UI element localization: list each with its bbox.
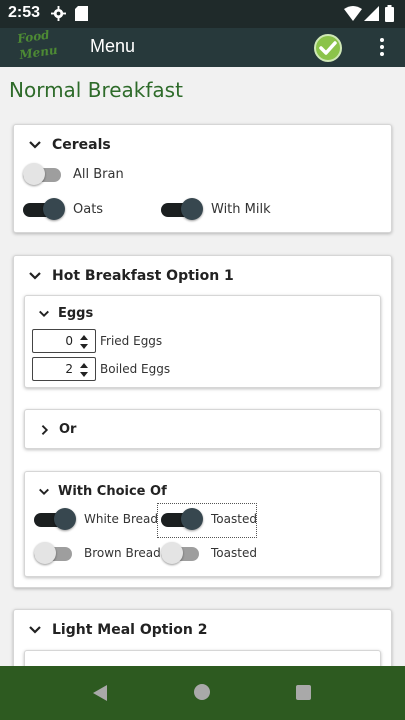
choice-card: With Choice Of White Bread Toasted Brown… — [24, 471, 381, 577]
choice-header[interactable]: With Choice Of — [38, 484, 167, 499]
all-bran-toggle[interactable] — [23, 162, 67, 186]
chevron-right-icon — [41, 424, 49, 435]
with-milk-toggle[interactable] — [161, 197, 205, 221]
hot-breakfast-header[interactable]: Hot Breakfast Option 1 — [28, 268, 234, 284]
brown-toasted-label: Toasted — [211, 546, 257, 560]
cereals-title: Cereals — [52, 137, 111, 153]
or-card: Or — [24, 409, 381, 449]
recent-apps-icon[interactable] — [296, 685, 311, 700]
boiled-eggs-stepper[interactable]: 2 — [32, 357, 96, 381]
fried-eggs-value: 0 — [65, 334, 73, 348]
wifi-icon — [344, 6, 362, 21]
boiled-eggs-value: 2 — [65, 362, 73, 376]
hot-breakfast-card: Hot Breakfast Option 1 Eggs 0 Fried Eggs… — [13, 255, 392, 588]
app-title: Menu — [90, 36, 136, 56]
brown-toasted-toggle[interactable] — [161, 541, 205, 565]
svg-text:Menu: Menu — [17, 43, 58, 62]
eggs-card: Eggs 0 Fried Eggs 2 Boiled Eggs — [24, 295, 381, 388]
choice-title: With Choice Of — [58, 484, 167, 499]
stepper-arrows-icon[interactable] — [79, 332, 89, 352]
app-bar: Food Menu Menu — [0, 28, 405, 67]
battery-icon — [385, 5, 394, 22]
fried-eggs-label: Fried Eggs — [100, 334, 163, 348]
sd-card-icon — [75, 6, 88, 21]
light-meal-title: Light Meal Option 2 — [52, 622, 208, 638]
light-meal-header[interactable]: Light Meal Option 2 — [28, 622, 207, 638]
eggs-title: Eggs — [58, 306, 94, 321]
white-bread-label: White Bread — [84, 512, 158, 526]
cereals-header[interactable]: Cereals — [28, 137, 111, 153]
status-time: 2:53 — [8, 4, 41, 21]
chevron-down-icon — [29, 626, 41, 634]
with-milk-label: With Milk — [211, 202, 271, 217]
white-toasted-label: Toasted — [211, 512, 257, 526]
eggs-header[interactable]: Eggs — [38, 306, 93, 321]
cereals-card: Cereals All Bran Oats With Milk — [13, 124, 392, 233]
chevron-down-icon — [39, 488, 49, 495]
confirm-check-button[interactable] — [314, 34, 342, 62]
checkmark-icon — [319, 41, 337, 55]
fried-eggs-stepper[interactable]: 0 — [32, 329, 96, 353]
home-icon[interactable] — [194, 684, 210, 700]
chevron-down-icon — [29, 141, 41, 149]
page-title: Normal Breakfast — [9, 78, 183, 102]
status-bar: 2:53 — [0, 0, 405, 28]
food-menu-logo[interactable]: Food Menu — [14, 30, 60, 64]
back-icon[interactable] — [92, 685, 108, 701]
or-header[interactable]: Or — [39, 422, 76, 437]
chevron-down-icon — [39, 310, 49, 317]
brown-bread-toggle[interactable] — [34, 541, 78, 565]
boiled-eggs-label: Boiled Eggs — [100, 362, 171, 376]
or-title: Or — [59, 422, 77, 437]
white-bread-toggle[interactable] — [34, 507, 78, 531]
chevron-down-icon — [29, 272, 41, 280]
oats-toggle[interactable] — [23, 197, 67, 221]
stepper-arrows-icon[interactable] — [79, 360, 89, 380]
hot-breakfast-title: Hot Breakfast Option 1 — [52, 268, 234, 284]
overflow-menu-icon[interactable] — [372, 38, 392, 58]
cell-signal-icon — [364, 6, 379, 21]
oats-label: Oats — [73, 202, 104, 217]
system-nav-bar — [0, 666, 405, 720]
all-bran-label: All Bran — [73, 167, 124, 182]
brown-bread-label: Brown Bread — [84, 546, 161, 560]
white-toasted-toggle[interactable] — [161, 507, 205, 531]
settings-gear-icon — [51, 6, 66, 21]
